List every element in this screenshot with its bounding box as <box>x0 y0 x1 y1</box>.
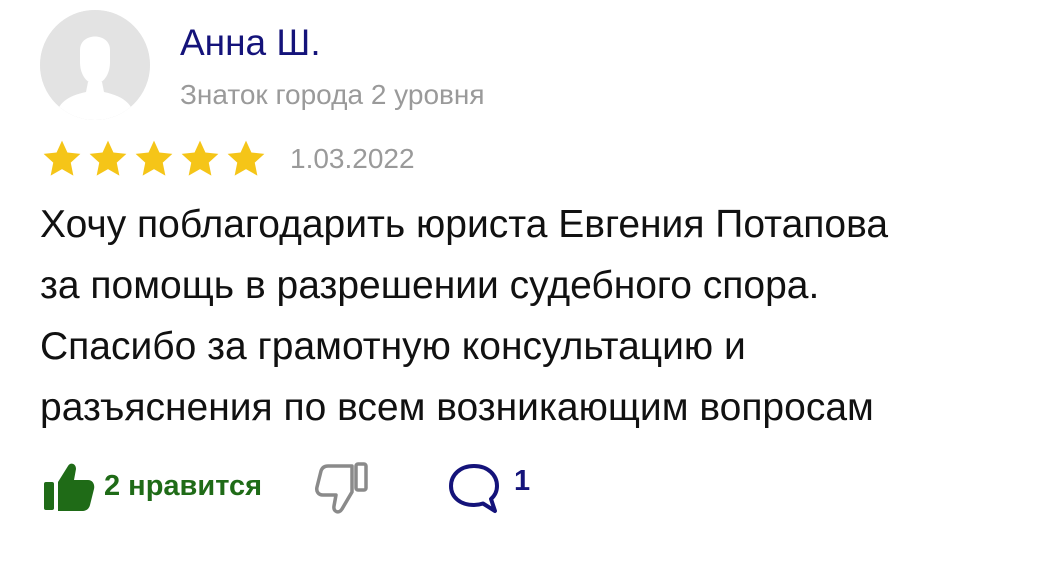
review-text-line: Спасибо за грамотную консультацию и <box>40 325 746 368</box>
star-icon <box>227 140 265 176</box>
review-text-line: за помощь в разрешении судебного спора. <box>40 264 820 307</box>
review-text: Хочу поблагодарить юриста Евгения Потапо… <box>40 194 1030 438</box>
rating-stars <box>40 138 268 180</box>
author-name[interactable]: Анна Ш. <box>180 18 321 68</box>
review-text-line: Хочу поблагодарить юриста Евгения Потапо… <box>40 203 889 246</box>
review-text-line: разъяснения по всем возникающим вопросам <box>40 386 874 429</box>
star-icon <box>89 140 127 176</box>
star-icon <box>43 140 81 176</box>
like-count: 2 нравится <box>104 469 263 502</box>
author-rank: Знаток города 2 уровня <box>180 79 485 110</box>
review-date: 1.03.2022 <box>290 143 415 174</box>
thumbs-up-icon <box>44 463 95 511</box>
avatar[interactable] <box>40 10 150 120</box>
user-silhouette-icon <box>40 10 150 120</box>
thumbs-down-icon <box>315 462 368 514</box>
star-icon <box>135 140 173 176</box>
star-icon <box>181 140 219 176</box>
dislike-button[interactable] <box>312 458 372 518</box>
comment-bubble-icon <box>449 464 499 513</box>
comment-count: 1 <box>514 464 531 497</box>
like-button[interactable]: 2 нравится <box>40 458 262 514</box>
comment-button[interactable]: 1 <box>446 460 530 516</box>
